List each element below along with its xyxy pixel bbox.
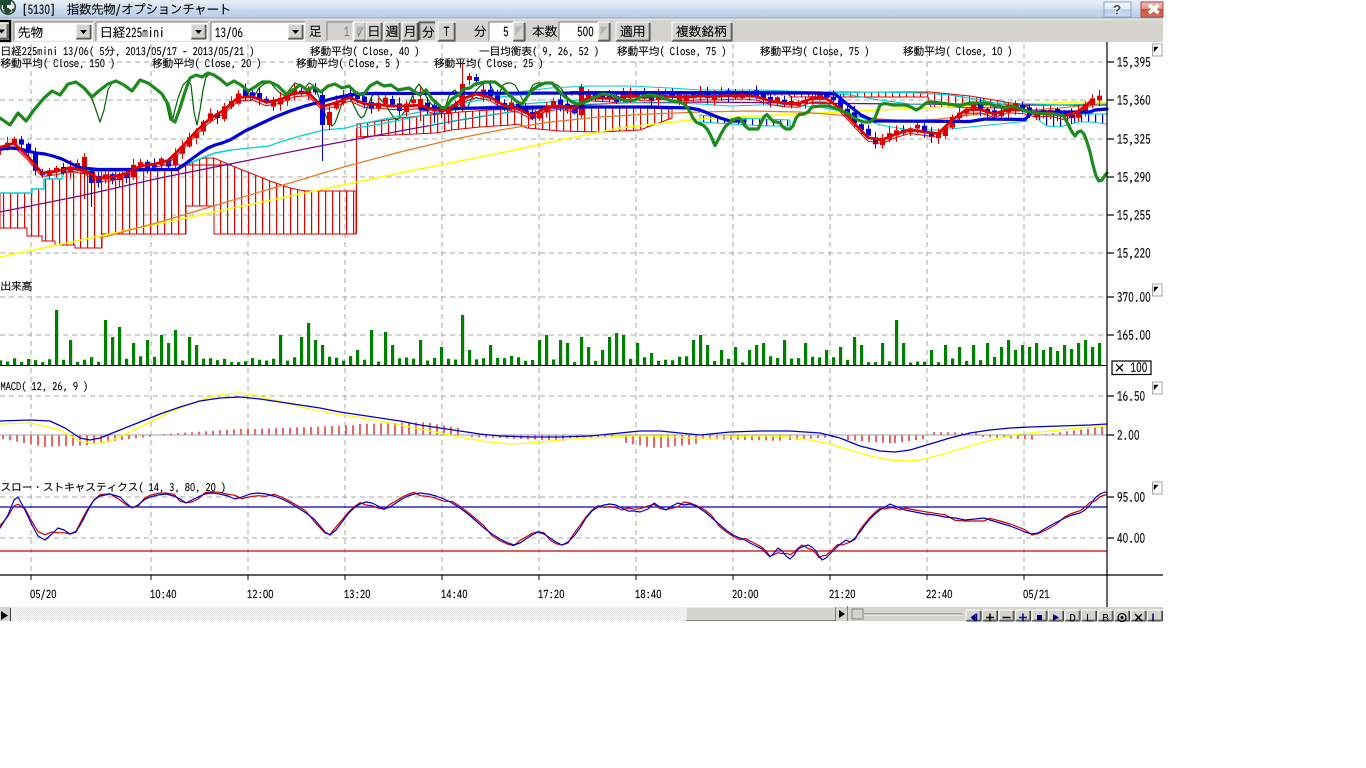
svg-text:B: B <box>1102 614 1109 626</box>
svg-text:?: ? <box>1113 2 1122 18</box>
svg-text:L: L <box>1086 614 1093 626</box>
svg-text:D: D <box>1069 614 1076 626</box>
